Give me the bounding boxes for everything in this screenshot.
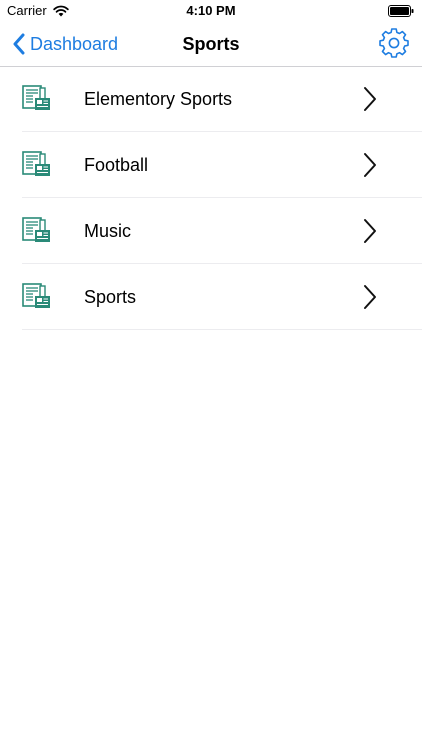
list-item-label: Football — [84, 155, 149, 175]
newspaper-icon — [22, 217, 50, 242]
back-button-label: Dashboard — [30, 33, 119, 54]
back-button[interactable]: Dashboard — [12, 22, 118, 66]
list-item-label: Music — [84, 221, 132, 241]
list-item-label: Sports — [84, 287, 137, 307]
battery-icon — [388, 5, 414, 17]
status-bar: Carrier 4:10 PM — [0, 0, 422, 22]
chevron-right-icon — [364, 153, 376, 177]
newspaper-icon — [22, 151, 50, 176]
chevron-right-icon — [364, 285, 376, 309]
newspaper-icon — [22, 283, 50, 308]
chevron-right-icon — [364, 219, 376, 243]
chevron-left-icon — [13, 33, 25, 55]
newspaper-icon — [22, 85, 50, 110]
list-item[interactable]: Sports — [0, 264, 422, 330]
nav-bar: Dashboard Sports — [0, 22, 422, 67]
gear-icon[interactable] — [378, 27, 410, 59]
status-time: 4:10 PM — [186, 3, 236, 18]
category-list: Elementory Sports Football Music Sports — [0, 66, 422, 330]
list-item[interactable]: Football — [0, 132, 422, 198]
list-item[interactable]: Elementory Sports — [0, 66, 422, 132]
chevron-right-icon — [364, 87, 376, 111]
list-item-label: Elementory Sports — [84, 89, 233, 109]
list-item[interactable]: Music — [0, 198, 422, 264]
